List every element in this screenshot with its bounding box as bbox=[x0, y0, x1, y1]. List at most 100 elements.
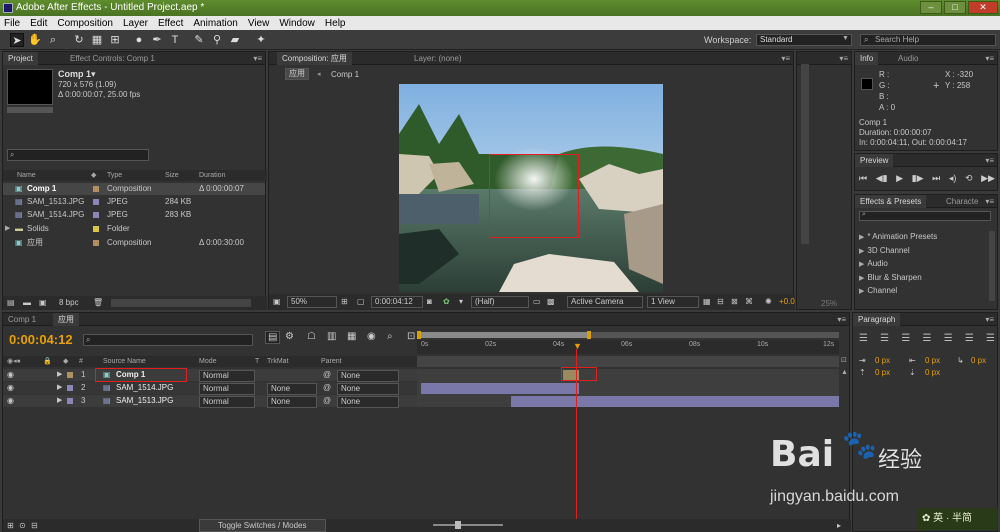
scroll-up-icon[interactable]: ▲ bbox=[841, 369, 848, 376]
fast-previews-icon[interactable]: ⊟ bbox=[717, 294, 724, 310]
tab-effect-controls[interactable]: Effect Controls: Comp 1 bbox=[65, 52, 160, 65]
eraser-tool-icon[interactable]: ▰ bbox=[228, 33, 242, 47]
align-left-icon[interactable]: ☰ bbox=[859, 333, 868, 344]
justify-center-icon[interactable]: ☰ bbox=[944, 333, 953, 344]
pan-behind-tool-icon[interactable]: ⊞ bbox=[108, 33, 122, 47]
menu-view[interactable]: View bbox=[248, 18, 270, 29]
work-area-range[interactable] bbox=[417, 332, 589, 338]
camera-tool-icon[interactable]: ▦ bbox=[90, 33, 104, 47]
comp-mini-flowchart-icon[interactable]: ▤ bbox=[265, 331, 281, 344]
column-mode[interactable]: Mode bbox=[199, 356, 217, 367]
space-before-value[interactable]: 0 px bbox=[875, 367, 890, 379]
panel-menu-icon[interactable]: ▾≡ bbox=[985, 52, 994, 65]
brainstorm-icon[interactable]: ⊡ bbox=[407, 331, 415, 342]
minimize-button[interactable]: – bbox=[920, 1, 942, 14]
trash-icon[interactable]: 🗑 bbox=[93, 296, 103, 310]
interpret-footage-icon[interactable]: ▤ bbox=[7, 296, 15, 310]
indent-left-value[interactable]: 0 px bbox=[875, 355, 890, 367]
tab-project[interactable]: Project bbox=[3, 52, 38, 65]
align-center-icon[interactable]: ☰ bbox=[880, 333, 889, 344]
panel-menu-icon[interactable]: ▾≡ bbox=[253, 52, 262, 65]
workspace-select[interactable]: Standard bbox=[756, 34, 852, 46]
trkmat-select[interactable]: None bbox=[267, 396, 317, 408]
menu-layer[interactable]: Layer bbox=[123, 18, 148, 29]
expand-triangle-icon[interactable]: ▶ bbox=[57, 369, 62, 381]
blend-mode-select[interactable]: Normal bbox=[199, 383, 255, 395]
layer-row[interactable]: ◉ ▶ 2 ▤ SAM_1514.JPG Normal None @ None bbox=[3, 382, 417, 395]
draft-3d-icon[interactable]: ☖ bbox=[307, 331, 316, 342]
column-size[interactable]: Size bbox=[165, 170, 179, 181]
layer-selection-box[interactable] bbox=[489, 154, 579, 238]
trkmat-select[interactable]: None bbox=[267, 383, 317, 395]
solo-lock-icon[interactable]: 🔒 bbox=[43, 356, 52, 367]
align-right-icon[interactable]: ☰ bbox=[901, 333, 910, 344]
playhead-handle-icon[interactable]: ▼ bbox=[573, 341, 582, 351]
comp-button-icon[interactable]: ⊡ bbox=[841, 356, 847, 364]
label-column-icon[interactable]: ◆ bbox=[91, 170, 96, 181]
label-swatch[interactable] bbox=[93, 240, 99, 246]
effects-category[interactable]: ▶ * Animation Presets bbox=[859, 231, 937, 245]
channel-icon[interactable]: ✿ bbox=[443, 294, 450, 310]
eye-icon[interactable]: ◉ bbox=[7, 382, 14, 394]
menu-animation[interactable]: Animation bbox=[193, 18, 237, 29]
selected-item-name[interactable]: Comp 1▾ bbox=[58, 69, 96, 80]
tab-preview[interactable]: Preview bbox=[855, 154, 894, 167]
view-layout-select[interactable]: 1 View bbox=[647, 296, 699, 308]
justify-right-icon[interactable]: ☰ bbox=[965, 333, 974, 344]
menu-edit[interactable]: Edit bbox=[30, 18, 47, 29]
expand-triangle-icon[interactable]: ▶ bbox=[57, 395, 62, 407]
layer-row[interactable]: ◉ ▶ 1 ▣ Comp 1 Normal @ None bbox=[3, 369, 417, 382]
hide-shy-layers-icon[interactable]: ▥ bbox=[327, 331, 336, 342]
label-swatch[interactable] bbox=[67, 398, 73, 404]
tab-timeline-yingyong[interactable]: 应用 bbox=[53, 313, 79, 326]
safe-zones-icon[interactable]: ⊞ bbox=[341, 294, 348, 310]
blend-mode-select[interactable]: Normal bbox=[199, 396, 255, 408]
project-item[interactable]: ▣ 应用 Composition Δ 0:00:30:00 bbox=[3, 237, 265, 249]
column-duration[interactable]: Duration bbox=[199, 170, 225, 181]
tab-timeline-comp1[interactable]: Comp 1 bbox=[3, 313, 41, 326]
last-frame-icon[interactable]: ⏭ bbox=[932, 173, 940, 184]
zoom-slider-thumb[interactable] bbox=[455, 521, 461, 529]
expand-layer-switches-icon[interactable]: ⊞ bbox=[7, 519, 14, 532]
effects-category[interactable]: ▶ Audio bbox=[859, 258, 937, 272]
parent-select[interactable]: None bbox=[337, 383, 399, 395]
tab-character[interactable]: Characte bbox=[941, 195, 983, 208]
graph-editor-icon[interactable]: ⌕ bbox=[387, 331, 393, 342]
label-column-icon[interactable]: ◆ bbox=[63, 356, 68, 367]
current-time-display[interactable]: 0:00:04:12 bbox=[371, 296, 423, 308]
panel-menu-icon[interactable]: ▾≡ bbox=[839, 52, 848, 65]
brush-tool-icon[interactable]: ✎ bbox=[192, 33, 206, 47]
panel-menu-icon[interactable]: ▾≡ bbox=[781, 52, 790, 65]
pick-whip-icon[interactable]: @ bbox=[323, 395, 331, 407]
breadcrumb-comp1[interactable]: Comp 1 bbox=[331, 70, 359, 79]
pick-whip-icon[interactable]: @ bbox=[323, 369, 331, 381]
tab-effects-presets[interactable]: Effects & Presets bbox=[855, 195, 927, 208]
transparency-grid-icon[interactable]: ▩ bbox=[547, 294, 555, 310]
region-of-interest-icon[interactable]: ▭ bbox=[533, 294, 541, 310]
effects-search-input[interactable]: ⌕ bbox=[859, 211, 991, 221]
previous-frame-icon[interactable]: ◀▮ bbox=[876, 173, 888, 184]
first-line-indent-value[interactable]: 0 px bbox=[971, 355, 986, 367]
pen-tool-icon[interactable]: ✒ bbox=[150, 33, 164, 47]
timeline-icon[interactable]: ⊠ bbox=[731, 294, 738, 310]
vertical-scrollbar[interactable] bbox=[989, 231, 995, 301]
label-swatch[interactable] bbox=[93, 199, 99, 205]
next-frame-icon[interactable]: ▮▶ bbox=[912, 173, 924, 184]
expand-triangle-icon[interactable]: ▶ bbox=[859, 288, 864, 295]
column-parent[interactable]: Parent bbox=[321, 356, 342, 367]
panel-menu-icon[interactable]: ▾≡ bbox=[985, 154, 994, 167]
motion-blur-icon[interactable]: ◉ bbox=[367, 331, 376, 342]
timeline-search-input[interactable]: ⌕ bbox=[83, 334, 253, 346]
layer-name[interactable]: SAM_1514.JPG bbox=[116, 382, 173, 394]
work-area-bar[interactable] bbox=[417, 331, 839, 339]
layer-bar-sam1513[interactable] bbox=[511, 396, 839, 407]
clone-stamp-tool-icon[interactable]: ⚲ bbox=[210, 33, 224, 47]
panel-menu-icon[interactable]: ▾≡ bbox=[985, 195, 994, 208]
column-trkmat[interactable]: TrkMat bbox=[267, 356, 289, 367]
always-preview-icon[interactable]: ▣ bbox=[273, 294, 281, 310]
tab-info[interactable]: Info bbox=[855, 52, 879, 65]
project-item[interactable]: ▶ ▬ Solids Folder bbox=[3, 223, 265, 235]
project-item[interactable]: ▤ SAM_1513.JPG JPEG 284 KB bbox=[3, 196, 265, 208]
justify-all-icon[interactable]: ☰ bbox=[986, 333, 995, 344]
magnification-select[interactable]: 50% bbox=[287, 296, 337, 308]
